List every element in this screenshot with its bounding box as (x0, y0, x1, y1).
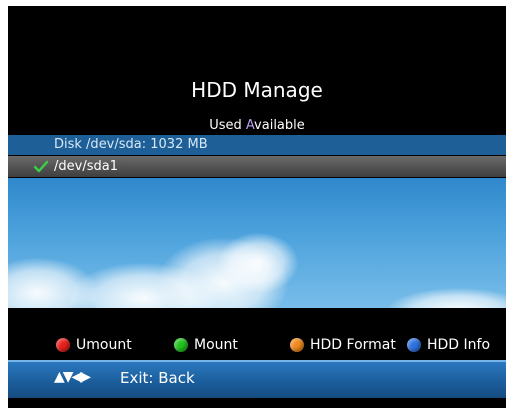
green-dot-icon (174, 338, 188, 352)
partition-row[interactable]: /dev/sda1 (8, 156, 506, 177)
umount-label: Umount (76, 337, 132, 353)
hdd-manage-screen: HDD Manage Used Available Disk /dev/sda:… (8, 6, 506, 408)
cloud-shape (388, 288, 506, 308)
red-dot-icon (56, 338, 70, 352)
hdd-format-button[interactable]: HDD Format (290, 334, 396, 356)
legend-available-rest: vailable (254, 118, 305, 133)
mount-label: Mount (194, 337, 238, 353)
partition-label: /dev/sda1 (54, 159, 118, 174)
cloud-shape (218, 233, 298, 293)
footer-bar: ▲▼◀▶ Exit: Back (8, 360, 506, 398)
hdd-info-label: HDD Info (427, 337, 491, 353)
umount-button[interactable]: Umount (56, 334, 132, 356)
legend-available: Available (246, 118, 305, 133)
action-buttons: Umount Mount HDD Format HDD Info (8, 334, 506, 356)
legend-available-initial: A (245, 118, 255, 133)
disk-row[interactable]: Disk /dev/sda: 1032 MB (8, 135, 506, 155)
exit-back-hint[interactable]: Exit: Back (120, 369, 195, 387)
sky-background-image (8, 178, 506, 308)
blue-dot-icon (407, 338, 421, 352)
mount-button[interactable]: Mount (174, 334, 238, 356)
hdd-format-label: HDD Format (310, 337, 396, 353)
page-title: HDD Manage (191, 78, 323, 102)
disk-label: Disk /dev/sda: 1032 MB (54, 137, 208, 152)
legend-used: Used (209, 118, 242, 133)
usage-legend: Used Available (8, 118, 506, 133)
arrow-keys-icon: ▲▼◀▶ (54, 369, 91, 385)
orange-dot-icon (290, 338, 304, 352)
hdd-info-button[interactable]: HDD Info (407, 334, 490, 356)
